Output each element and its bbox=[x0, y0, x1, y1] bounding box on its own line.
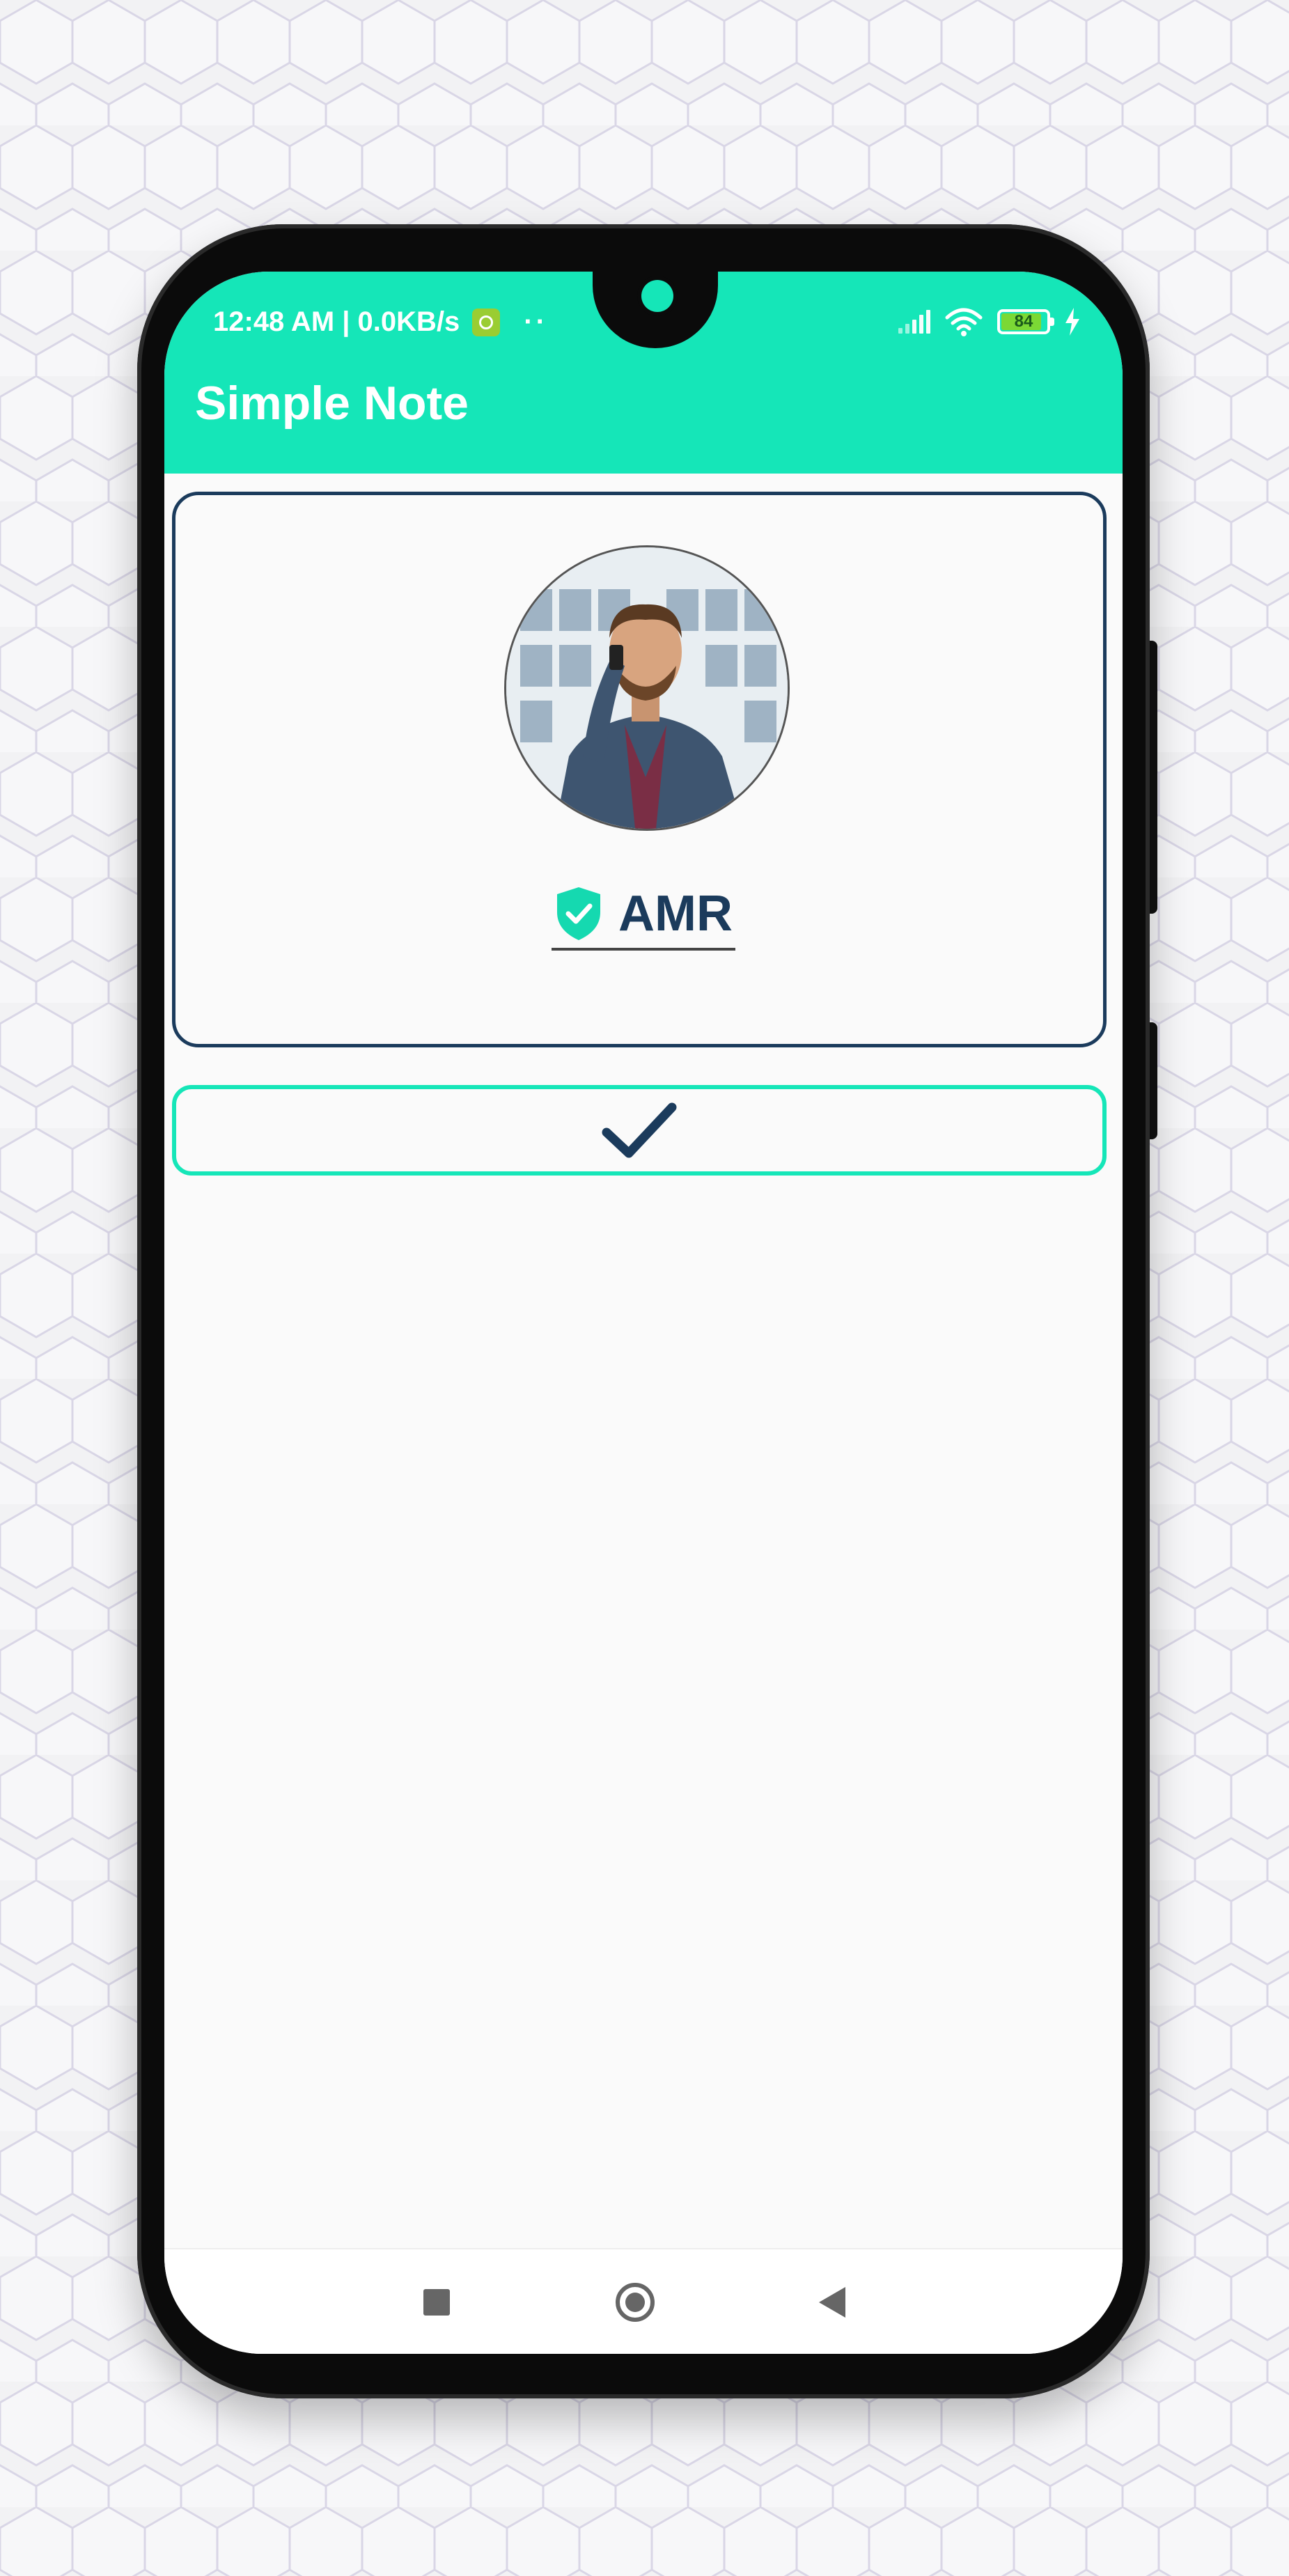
home-circle-icon[interactable] bbox=[616, 2283, 655, 2322]
system-nav-bar bbox=[164, 2248, 1123, 2354]
shield-check-icon bbox=[557, 887, 601, 940]
phone-screen: 12:48 AM | 0.0KB/s ·· 84 Simple Note AMR bbox=[164, 272, 1123, 2354]
status-right: 84 bbox=[898, 306, 1081, 337]
checkmark-icon bbox=[602, 1102, 677, 1158]
back-triangle-icon[interactable] bbox=[819, 2287, 845, 2318]
profile-name: AMR bbox=[618, 886, 733, 942]
person-photo-icon bbox=[506, 547, 788, 829]
more-notifications-dots: ·· bbox=[524, 306, 548, 337]
profile-card: AMR bbox=[172, 492, 1107, 1047]
profile-name-row[interactable]: AMR bbox=[552, 880, 735, 951]
confirm-button[interactable] bbox=[172, 1085, 1107, 1176]
status-left: 12:48 AM | 0.0KB/s ·· bbox=[213, 306, 548, 338]
wifi-icon bbox=[945, 308, 983, 336]
notification-app-icon bbox=[472, 308, 501, 336]
battery-level: 84 bbox=[1014, 312, 1033, 331]
status-time-network: 12:48 AM | 0.0KB/s bbox=[213, 306, 460, 337]
front-camera bbox=[641, 280, 673, 312]
battery-icon: 84 bbox=[997, 309, 1054, 334]
signal-icon bbox=[898, 310, 930, 334]
charging-icon bbox=[1065, 308, 1079, 336]
profile-avatar[interactable] bbox=[504, 545, 790, 831]
app-title: Simple Note bbox=[195, 377, 469, 430]
recents-square-icon[interactable] bbox=[423, 2289, 450, 2316]
